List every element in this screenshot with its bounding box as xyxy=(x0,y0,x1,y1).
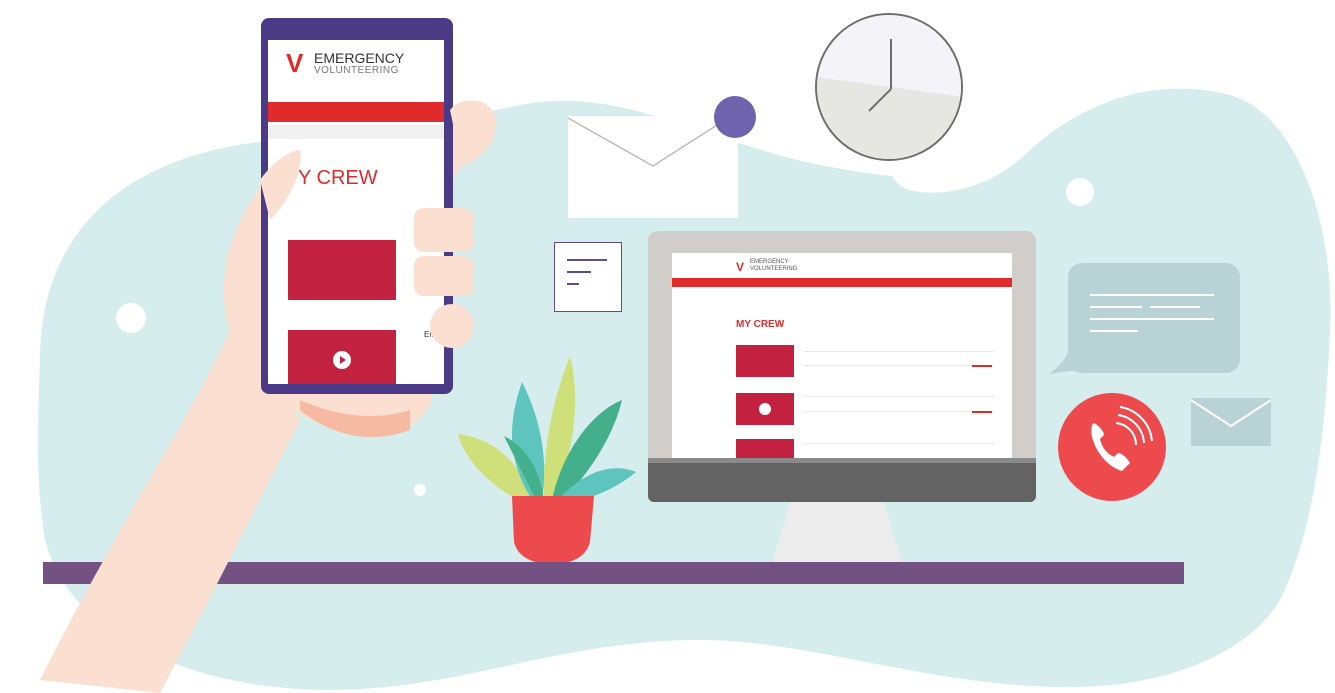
monitor-stand xyxy=(772,502,902,564)
laptop-row-2-title xyxy=(804,396,994,397)
laptop-page-title: MY CREW xyxy=(736,319,785,330)
laptop-nav-bar xyxy=(672,278,1012,287)
laptop-screen: V EMERGENCY VOLUNTEERING MY CREW xyxy=(672,253,1012,459)
phone-call-icon xyxy=(1058,393,1166,501)
laptop-logo-sub: VOLUNTEERING xyxy=(750,265,798,272)
laptop-card-1[interactable] xyxy=(736,345,794,377)
clock-icon xyxy=(815,13,963,161)
chat-bubble-tail xyxy=(1048,340,1078,374)
laptop-monitor: V EMERGENCY VOLUNTEERING MY CREW xyxy=(648,231,1036,463)
laptop-logo-mark: V xyxy=(736,260,745,274)
laptop-card-2[interactable] xyxy=(736,393,794,425)
mail-icon xyxy=(1190,398,1272,446)
laptop-row-1-link[interactable] xyxy=(972,365,992,367)
laptop-logo-text: EMERGENCY VOLUNTEERING xyxy=(750,259,797,272)
chat-bubble-icon xyxy=(1068,263,1240,373)
hand-fingers xyxy=(260,100,497,348)
laptop-row-2-line xyxy=(804,411,994,412)
document-icon xyxy=(554,242,622,312)
laptop-logo-title: EMERGENCY xyxy=(750,259,789,265)
monitor-base xyxy=(648,463,1036,502)
laptop-card-3[interactable] xyxy=(736,439,794,459)
play-icon xyxy=(759,403,771,415)
laptop-row-3-title xyxy=(804,443,994,444)
laptop-row-1-line xyxy=(804,365,994,366)
laptop-row-1-title xyxy=(804,351,994,352)
laptop-row-2-link[interactable] xyxy=(972,411,992,413)
envelope-icon xyxy=(567,116,738,218)
notification-dot xyxy=(714,96,756,138)
